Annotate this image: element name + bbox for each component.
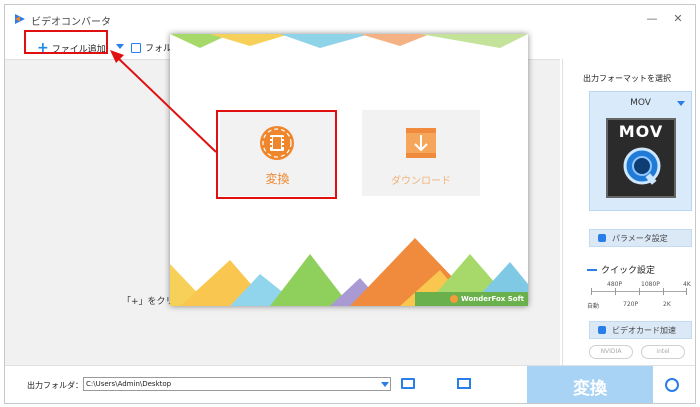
quick-label-720p: 720P <box>623 301 639 308</box>
format-selector[interactable]: MOV MOV <box>589 91 692 211</box>
slider-tick <box>639 288 640 295</box>
gpu-acceleration-label: ビデオカード加速 <box>612 325 676 335</box>
highlight-box-convert <box>216 110 337 199</box>
mov-icon-label: MOV <box>618 122 664 141</box>
quick-label-2k: 2K <box>663 301 671 308</box>
mov-format-icon: MOV <box>606 118 676 198</box>
convert-button[interactable]: 変換 <box>527 366 653 403</box>
brand-logo-icon <box>450 295 459 303</box>
slider-tick <box>615 288 616 295</box>
output-folder-label: 出力フォルダ： <box>27 381 83 390</box>
brand-watermark: WonderFox Soft <box>450 295 524 303</box>
download-icon <box>406 128 436 158</box>
quick-label-1080p: 1080P <box>641 281 660 288</box>
open-folder-icon[interactable] <box>401 378 415 389</box>
slider-tick <box>663 288 664 295</box>
window-title: ビデオコンバータ <box>31 17 111 28</box>
add-file-dropdown-icon[interactable] <box>116 44 124 49</box>
slider-tick <box>591 288 592 295</box>
quick-label-480p: 480P <box>607 281 623 288</box>
bottom-bar: 出力フォルダ： C:\Users\Admin\Desktop 変換 <box>5 365 695 403</box>
intel-logo: intel <box>641 345 685 359</box>
quick-label-auto: 自動 <box>587 303 600 310</box>
parameter-settings-label: パラメータ設定 <box>612 233 668 243</box>
output-folder-input[interactable]: C:\Users\Admin\Desktop <box>83 377 391 391</box>
highlight-box-add-file <box>24 30 108 54</box>
alarm-clock-icon[interactable] <box>665 378 679 392</box>
nvidia-logo: NVIDIA <box>589 345 633 359</box>
folder-icon <box>131 42 141 53</box>
add-folder-label: フォル <box>145 44 173 54</box>
quick-settings-label: クイック設定 <box>601 266 656 276</box>
minimize-button[interactable]: — <box>643 11 661 27</box>
quick-settings-title: クイック設定 <box>587 263 655 276</box>
close-button[interactable]: ✕ <box>669 11 687 27</box>
output-format-panel: 出力フォーマットを選択 MOV MOV パラメータ設定 クイック設定 480P … <box>562 59 695 365</box>
format-dropdown-icon <box>677 101 685 106</box>
quick-label-4k: 4K <box>683 281 691 288</box>
quicktime-icon <box>623 147 661 185</box>
slider-tick <box>686 288 687 295</box>
output-folder-dropdown-icon[interactable] <box>381 382 389 387</box>
sliders-icon <box>598 234 606 242</box>
gpu-icon <box>598 326 606 334</box>
gpu-vendor-row: NVIDIA intel <box>589 345 685 359</box>
download-mode-button[interactable]: ダウンロード <box>362 110 480 196</box>
gpu-acceleration-button[interactable]: ビデオカード加速 <box>589 321 692 339</box>
output-format-title: 出力フォーマットを選択 <box>583 74 671 83</box>
output-video-icon[interactable] <box>457 378 471 389</box>
app-logo-icon <box>15 14 25 24</box>
title-bar: ビデオコンバータ — ✕ <box>5 5 695 33</box>
add-folder-button[interactable]: フォル <box>131 41 172 54</box>
format-name: MOV <box>630 98 651 108</box>
parameter-settings-button[interactable]: パラメータ設定 <box>589 229 692 247</box>
quick-settings-icon <box>587 268 597 271</box>
brand-text: WonderFox Soft <box>461 295 524 303</box>
download-mode-label: ダウンロード <box>391 176 451 187</box>
